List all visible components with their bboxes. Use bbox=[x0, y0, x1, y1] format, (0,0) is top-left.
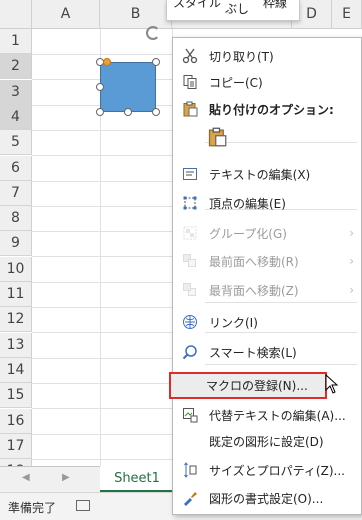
resize-handle-bottom[interactable] bbox=[124, 108, 132, 116]
resize-handle-top-right[interactable] bbox=[152, 58, 160, 66]
style-button[interactable]: スタイル bbox=[173, 0, 221, 11]
adjust-handle[interactable] bbox=[103, 58, 111, 66]
row-header-8[interactable]: 8 bbox=[0, 206, 32, 232]
scroll-left-icon[interactable]: ◀ bbox=[22, 472, 30, 483]
row-header-3[interactable]: 3 bbox=[0, 79, 32, 105]
link-icon bbox=[181, 313, 199, 331]
row-header-14[interactable]: 14 bbox=[0, 357, 32, 383]
group-icon bbox=[181, 224, 199, 242]
menu-item-label: 代替テキストの編集(A)... bbox=[209, 408, 346, 423]
row-header-5[interactable]: 5 bbox=[0, 130, 32, 156]
smart-lookup-icon bbox=[181, 343, 199, 361]
macro-record-icon[interactable] bbox=[76, 500, 90, 511]
outline-button[interactable]: 枠線 bbox=[263, 0, 287, 11]
submenu-chevron-icon: › bbox=[349, 283, 354, 297]
menu-item-label: 頂点の編集(E) bbox=[209, 196, 286, 211]
bring-front-icon bbox=[181, 252, 199, 270]
row-header-7[interactable]: 7 bbox=[0, 180, 32, 206]
menu-item-13[interactable]: 既定の図形に設定(D) bbox=[174, 429, 362, 453]
menu-separator bbox=[205, 364, 357, 365]
row-header-11[interactable]: 11 bbox=[0, 282, 32, 307]
submenu-chevron-icon: › bbox=[349, 226, 354, 240]
menu-item-10[interactable]: スマート検索(L) bbox=[174, 340, 362, 364]
alt-text-icon bbox=[181, 406, 199, 424]
mini-toolbar: スタイル ぶし 枠線 bbox=[166, 0, 300, 21]
row-header-1[interactable]: 1 bbox=[0, 29, 32, 54]
column-header-a[interactable]: A bbox=[32, 0, 100, 29]
rotate-handle-icon[interactable] bbox=[146, 26, 160, 40]
column-header-e[interactable]: E bbox=[332, 0, 362, 29]
row-header-10[interactable]: 10 bbox=[0, 256, 32, 282]
menu-item-5[interactable]: 頂点の編集(E) bbox=[174, 191, 362, 215]
menu-item-12[interactable]: 代替テキストの編集(A)... bbox=[174, 403, 362, 427]
menu-item-15[interactable]: 図形の書式設定(O)... bbox=[174, 486, 362, 510]
menu-item-11[interactable]: マクロの登録(N)... bbox=[169, 372, 327, 399]
menu-item-3[interactable]: 貼り付けのオプション: bbox=[174, 97, 362, 121]
row-header-13[interactable]: 13 bbox=[0, 332, 32, 358]
menu-item-8[interactable]: 最背面へ移動(Z) › bbox=[174, 278, 362, 302]
menu-item-4[interactable]: テキストの編集(X) bbox=[174, 162, 362, 186]
column-header-b[interactable]: B bbox=[100, 0, 172, 29]
menu-item-label: 貼り付けのオプション: bbox=[209, 102, 334, 117]
menu-item-label: 既定の図形に設定(D) bbox=[209, 434, 324, 449]
row-header-9[interactable]: 9 bbox=[0, 231, 32, 257]
paste-option-button[interactable] bbox=[207, 126, 229, 150]
row-header-4[interactable]: 4 bbox=[0, 104, 32, 130]
menu-item-7[interactable]: 最前面へ移動(R) › bbox=[174, 249, 362, 273]
resize-handle-bottom-right[interactable] bbox=[152, 108, 160, 116]
menu-item-label: マクロの登録(N)... bbox=[206, 379, 308, 393]
context-menu: 切り取り(T) コピー(C) 貼り付けのオプション: テキストの編集(X) 頂点の編集(… bbox=[169, 37, 362, 515]
menu-item-label: 図形の書式設定(O)... bbox=[209, 491, 324, 506]
send-back-icon bbox=[181, 281, 199, 299]
menu-item-label: リンク(I) bbox=[209, 315, 258, 330]
menu-item-label: 切り取り(T) bbox=[209, 49, 274, 64]
size-icon bbox=[181, 461, 199, 479]
menu-separator bbox=[205, 302, 357, 303]
menu-item-9[interactable]: リンク(I) bbox=[174, 310, 362, 334]
menu-item-label: 最背面へ移動(Z) bbox=[209, 283, 299, 298]
row-header-16[interactable]: 16 bbox=[0, 408, 32, 434]
format-shape-icon bbox=[181, 489, 199, 507]
row-header-2[interactable]: 2 bbox=[0, 54, 32, 80]
sheet-tab-sheet1[interactable]: Sheet1 bbox=[100, 466, 174, 492]
menu-item-label: 最前面へ移動(R) bbox=[209, 254, 299, 269]
fill-button[interactable]: ぶし bbox=[225, 0, 249, 17]
mouse-cursor-icon bbox=[325, 373, 339, 397]
copy-icon bbox=[181, 73, 199, 91]
submenu-chevron-icon: › bbox=[349, 254, 354, 268]
menu-item-6[interactable]: グループ化(G) › bbox=[174, 221, 362, 245]
resize-handle-left[interactable] bbox=[96, 83, 104, 91]
text-box-icon bbox=[181, 165, 199, 183]
resize-handle-bottom-left[interactable] bbox=[96, 108, 104, 116]
status-ready-text: 準備完了 bbox=[8, 501, 57, 515]
menu-item-1[interactable]: 切り取り(T) bbox=[174, 44, 362, 68]
menu-item-label: コピー(C) bbox=[209, 75, 263, 90]
scissors-icon bbox=[181, 47, 199, 65]
menu-item-label: スマート検索(L) bbox=[209, 345, 297, 360]
row-header-12[interactable]: 12 bbox=[0, 307, 32, 333]
menu-item-label: グループ化(G) bbox=[209, 226, 287, 241]
clipboard-icon bbox=[181, 100, 199, 118]
edit-points-icon bbox=[181, 194, 199, 212]
menu-item-label: テキストの編集(X) bbox=[209, 167, 311, 182]
menu-item-label: サイズとプロパティ(Z)... bbox=[209, 463, 345, 478]
menu-item-14[interactable]: サイズとプロパティ(Z)... bbox=[174, 458, 362, 482]
menu-item-2[interactable]: コピー(C) bbox=[174, 70, 362, 94]
row-header-15[interactable]: 15 bbox=[0, 383, 32, 409]
row-header-6[interactable]: 6 bbox=[0, 155, 32, 181]
scroll-right-icon[interactable]: ▶ bbox=[62, 472, 70, 483]
rectangle-shape[interactable] bbox=[100, 62, 156, 112]
select-all-corner[interactable] bbox=[0, 0, 32, 29]
row-header-17[interactable]: 17 bbox=[0, 433, 32, 459]
